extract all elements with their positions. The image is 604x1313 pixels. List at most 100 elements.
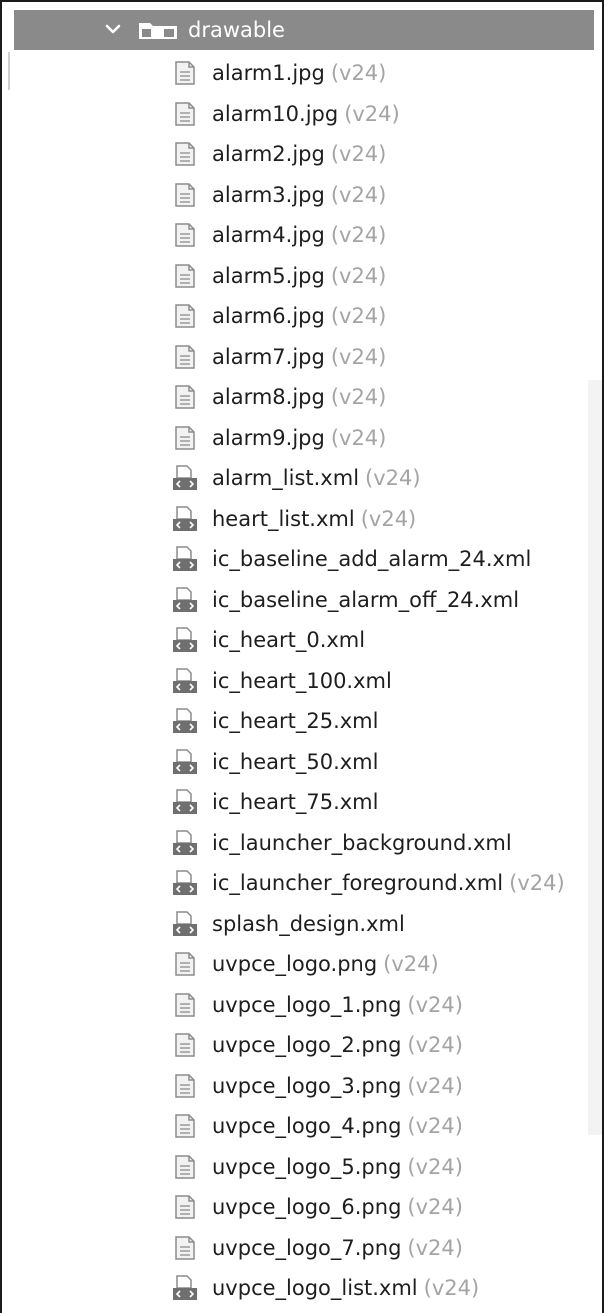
tree-item-file[interactable]: ic_heart_50.xml	[0, 742, 588, 783]
file-name-label: ic_heart_50.xml	[212, 749, 379, 774]
tree-item-text: uvpce_logo_3.png (v24)	[212, 1071, 463, 1101]
tree-item-file[interactable]: uvpce_logo_5.png (v24)	[0, 1147, 588, 1188]
tree-item-text: alarm7.jpg (v24)	[212, 342, 386, 372]
tree-item-file[interactable]: ic_heart_100.xml	[0, 661, 588, 702]
scrollbar-track[interactable]	[588, 380, 602, 1135]
file-name-label: alarm5.jpg	[212, 263, 325, 288]
xml-file-icon	[172, 667, 198, 694]
file-name-label: uvpce_logo.png	[212, 952, 378, 976]
image-file-icon	[172, 344, 198, 370]
file-name-label: alarm7.jpg	[212, 344, 325, 369]
image-file-icon	[172, 182, 198, 208]
tree-item-file[interactable]: ic_baseline_add_alarm_24.xml	[0, 539, 588, 580]
tree-item-text: uvpce_logo_5.png (v24)	[212, 1152, 463, 1182]
image-file-icon	[172, 951, 198, 977]
tree-item-text: alarm_list.xml (v24)	[212, 463, 421, 493]
resource-qualifier-label: (v24)	[423, 1276, 480, 1300]
resource-qualifier-label: (v24)	[330, 425, 387, 450]
tree-item-file[interactable]: uvpce_logo_3.png (v24)	[0, 1066, 588, 1107]
file-name-label: uvpce_logo_list.xml	[212, 1276, 418, 1300]
tree-item-text: uvpce_logo_1.png (v24)	[212, 990, 463, 1020]
tree-item-file[interactable]: uvpce_logo_6.png (v24)	[0, 1187, 588, 1228]
tree-item-file[interactable]: alarm7.jpg (v24)	[0, 337, 588, 378]
tree-item-file[interactable]: alarm6.jpg (v24)	[0, 296, 588, 337]
resource-qualifier-label: (v24)	[330, 263, 387, 288]
tree-item-file[interactable]: alarm5.jpg (v24)	[0, 256, 588, 297]
xml-file-icon	[172, 910, 198, 937]
tree-item-file[interactable]: alarm10.jpg (v24)	[0, 94, 588, 135]
file-name-label: ic_baseline_alarm_off_24.xml	[212, 587, 520, 612]
tree-item-file[interactable]: uvpce_logo_2.png (v24)	[0, 1025, 588, 1066]
resource-qualifier-label: (v24)	[360, 506, 417, 531]
file-name-label: alarm9.jpg	[212, 425, 325, 450]
tree-item-file[interactable]: ic_heart_0.xml	[0, 620, 588, 661]
file-name-label: alarm8.jpg	[212, 385, 325, 409]
image-file-icon	[172, 1073, 198, 1099]
image-file-icon	[172, 303, 198, 329]
tree-item-file[interactable]: ic_launcher_background.xml	[0, 823, 588, 864]
resource-qualifier-label: (v24)	[383, 952, 439, 976]
tree-item-text: alarm4.jpg (v24)	[212, 220, 386, 250]
file-name-label: alarm1.jpg	[212, 61, 325, 85]
resource-qualifier-label: (v24)	[330, 344, 387, 369]
tree-item-text: uvpce_logo_4.png (v24)	[212, 1111, 463, 1141]
tree-item-file[interactable]: uvpce_logo_list.xml (v24)	[0, 1268, 588, 1309]
folder-label: drawable	[188, 18, 285, 42]
tree-item-file[interactable]: alarm1.jpg (v24)	[0, 53, 588, 94]
file-name-label: uvpce_logo_4.png	[212, 1114, 402, 1138]
tree-item-text: uvpce_logo_6.png (v24)	[212, 1192, 463, 1222]
tree-item-file[interactable]: ic_heart_75.xml	[0, 782, 588, 823]
tree-item-file[interactable]: alarm4.jpg (v24)	[0, 215, 588, 256]
resource-qualifier-label: (v24)	[344, 101, 400, 126]
image-file-icon	[172, 384, 198, 410]
image-file-icon	[172, 141, 198, 167]
xml-file-icon	[172, 870, 198, 896]
file-name-label: ic_launcher_foreground.xml	[212, 871, 504, 895]
file-name-label: alarm10.jpg	[212, 101, 339, 126]
resource-qualifier-label: (v24)	[330, 142, 387, 166]
tree-item-text: ic_heart_75.xml	[212, 787, 378, 817]
resource-qualifier-label: (v24)	[330, 304, 387, 328]
image-file-icon	[172, 101, 198, 127]
tree-item-file[interactable]: alarm2.jpg (v24)	[0, 134, 588, 175]
tree-item-text: splash_design.xml	[212, 909, 405, 939]
resource-qualifier-label: (v24)	[365, 466, 421, 490]
tree-item-text: alarm2.jpg (v24)	[212, 139, 386, 169]
tree-item-file[interactable]: splash_design.xml	[0, 904, 588, 945]
tree-item-file[interactable]: ic_heart_25.xml	[0, 701, 588, 742]
tree-item-file[interactable]: ic_launcher_foreground.xml (v24)	[0, 863, 588, 904]
tree-item-text: uvpce_logo_list.xml (v24)	[212, 1273, 479, 1303]
tree-item-file[interactable]: alarm_list.xml (v24)	[0, 458, 588, 499]
resource-qualifier-label: (v24)	[407, 1114, 463, 1138]
image-file-icon	[172, 1154, 198, 1180]
tree-item-text: ic_launcher_background.xml	[212, 828, 512, 858]
tree-item-text: alarm5.jpg (v24)	[212, 261, 386, 291]
xml-file-icon	[172, 708, 198, 734]
image-file-icon	[172, 263, 198, 289]
file-name-label: uvpce_logo_6.png	[212, 1195, 402, 1219]
image-file-icon	[172, 425, 198, 451]
xml-file-icon	[172, 1275, 198, 1301]
file-name-label: ic_heart_25.xml	[212, 709, 379, 733]
image-file-icon	[172, 1113, 198, 1139]
tree-item-text: alarm9.jpg (v24)	[212, 423, 386, 453]
tree-item-text: ic_heart_0.xml	[212, 625, 365, 655]
tree-item-file[interactable]: ic_baseline_alarm_off_24.xml	[0, 580, 588, 621]
tree-item-file[interactable]: uvpce_logo.png (v24)	[0, 944, 588, 985]
chevron-down-icon[interactable]	[102, 18, 124, 40]
file-name-label: ic_launcher_background.xml	[212, 830, 512, 855]
tree-item-file[interactable]: uvpce_logo_7.png (v24)	[0, 1228, 588, 1269]
tree-item-file[interactable]: uvpce_logo_4.png (v24)	[0, 1106, 588, 1147]
resource-qualifier-label: (v24)	[330, 182, 387, 207]
xml-file-icon	[172, 505, 198, 532]
tree-item-file[interactable]: heart_list.xml (v24)	[0, 499, 588, 540]
resource-qualifier-label: (v24)	[407, 1154, 463, 1179]
tree-item-file[interactable]: alarm9.jpg (v24)	[0, 418, 588, 459]
tree-item-file[interactable]: alarm8.jpg (v24)	[0, 377, 588, 418]
tree-item-file[interactable]: uvpce_logo_1.png (v24)	[0, 985, 588, 1026]
file-name-label: ic_heart_0.xml	[212, 628, 366, 652]
file-name-label: ic_baseline_add_alarm_24.xml	[212, 547, 532, 571]
tree-folder-drawable[interactable]: drawable	[14, 10, 594, 50]
resource-qualifier-label: (v24)	[330, 61, 387, 85]
tree-item-file[interactable]: alarm3.jpg (v24)	[0, 175, 588, 216]
